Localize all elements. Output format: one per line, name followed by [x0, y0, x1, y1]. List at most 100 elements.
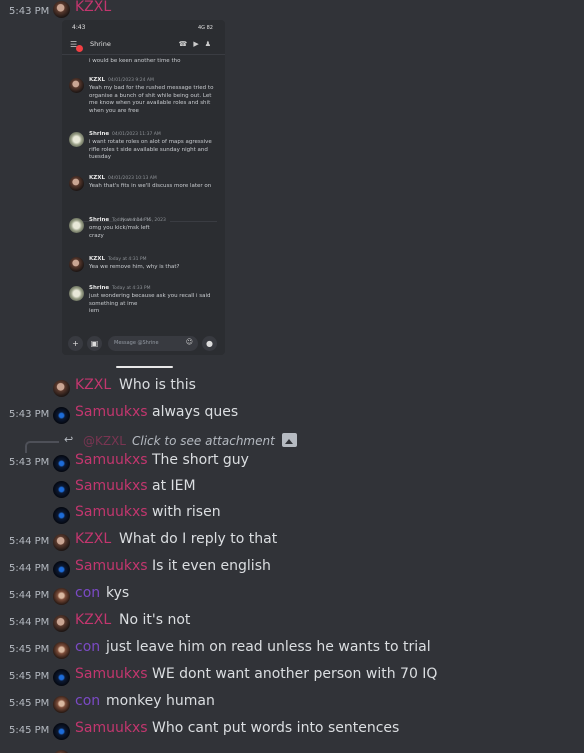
timestamp: 5:44 PM — [9, 590, 50, 601]
phone-avatar — [69, 132, 84, 147]
message-row: KZXL Who is this — [0, 376, 584, 400]
timestamp: 5:45 PM — [9, 725, 50, 736]
phone-date: 04/01/2023 10:13 AM — [108, 176, 157, 181]
author-name[interactable]: con — [75, 639, 100, 655]
message-text: Who is this — [119, 377, 196, 393]
reply-author[interactable]: @KZXL — [83, 434, 126, 448]
author-name[interactable]: con — [75, 693, 100, 709]
phone-author: KZXL — [89, 77, 105, 83]
author-name[interactable]: Samuukxs — [75, 478, 148, 494]
avatar[interactable] — [53, 380, 70, 397]
plus-icon: + — [68, 336, 83, 351]
message-text: at IEM — [152, 478, 196, 494]
timestamp: 5:44 PM — [9, 563, 50, 574]
author-name[interactable]: KZXL — [75, 531, 111, 547]
phone-dm-header: ☰ Shrine ☎▶♟ — [62, 36, 225, 55]
phone-avatar — [69, 218, 84, 233]
message-text: always ques — [152, 404, 239, 420]
phone-avatar — [69, 257, 84, 272]
microphone-icon: ● — [202, 336, 217, 351]
reply-icon: ↩ — [64, 433, 74, 446]
author-name[interactable]: Samuukxs — [75, 666, 148, 682]
avatar[interactable] — [53, 723, 70, 740]
avatar[interactable] — [53, 407, 70, 424]
phone-message-text: just wondering because ask you recall i … — [89, 293, 211, 314]
phone-avatar — [69, 286, 84, 301]
message-row: 5:45 PM Samuukxs Who cant put words into… — [0, 719, 584, 743]
reply-reference[interactable]: ↩ @KZXL Click to see attachment — [0, 430, 584, 453]
author-name[interactable]: KZXL — [75, 612, 111, 628]
phone-message-text: i would be keen another time tho — [89, 58, 181, 64]
message-row: Samuukxs with risen — [0, 503, 584, 527]
message-row: 5:44 PM Samuukxs Is it even english — [0, 557, 584, 581]
message-text: kys — [106, 585, 130, 601]
avatar[interactable] — [53, 669, 70, 686]
phone-author: KZXL — [89, 175, 105, 181]
avatar[interactable] — [53, 588, 70, 605]
phone-time: 4:43 — [72, 24, 86, 31]
timestamp: 5:45 PM — [9, 698, 50, 709]
message-row: 5:43 PM Samuukxs The short guy — [0, 451, 584, 475]
phone-signal-icons: 4G 82 — [197, 25, 213, 31]
message-row: 5:45 PM Samuukxs WE dont want another pe… — [0, 665, 584, 689]
author-name[interactable]: con — [75, 585, 100, 601]
timestamp: 5:43 PM — [9, 409, 50, 420]
author-name[interactable]: Samuukxs — [75, 558, 148, 574]
reply-text[interactable]: Click to see attachment — [132, 434, 275, 448]
phone-input-bar: + ▣ Message @Shrine ☺ ● — [62, 333, 225, 355]
message-row: 5:45 PM con monkey human — [0, 692, 584, 716]
message-text: Who cant put words into sentences — [152, 720, 400, 736]
phone-date: Today at 4:31 PM — [108, 257, 147, 262]
phone-date: Today at 4:14 PM — [112, 218, 151, 223]
phone-message-text: Yea we remove him, why is that? — [89, 264, 180, 270]
phone-status-bar: 4:43 4G 82 — [62, 20, 225, 34]
timestamp: 5:44 PM — [9, 536, 50, 547]
phone-input-placeholder: Message @Shrine — [114, 340, 159, 346]
call-icons: ☎▶♟ — [178, 40, 217, 48]
author-name[interactable]: Samuukxs — [75, 452, 148, 468]
timestamp: 5:45 PM — [9, 671, 50, 682]
message-text: monkey human — [106, 693, 215, 709]
phone-avatar — [69, 176, 84, 191]
image-attachment[interactable]: 4:43 4G 82 ☰ Shrine ☎▶♟ i would be keen … — [62, 20, 225, 355]
notification-badge — [76, 45, 83, 52]
phone-author: KZXL — [89, 256, 105, 262]
phone-message-text: omg you kick/msk left crazy — [89, 225, 150, 239]
avatar[interactable] — [53, 615, 70, 632]
timestamp: 5:43 PM — [9, 6, 50, 17]
timestamp: 5:43 PM — [9, 457, 50, 468]
image-icon — [282, 433, 297, 447]
phone-author: Shrine — [89, 217, 110, 223]
avatar[interactable] — [53, 1, 70, 18]
phone-message-input: Message @Shrine ☺ — [108, 336, 198, 351]
phone-author: Shrine — [89, 131, 110, 137]
avatar[interactable] — [53, 507, 70, 524]
timestamp: 5:44 PM — [9, 617, 50, 628]
avatar[interactable] — [53, 455, 70, 472]
home-indicator — [116, 366, 173, 368]
author-name[interactable]: KZXL — [75, 0, 111, 15]
author-name[interactable]: Samuukxs — [75, 720, 148, 736]
phone-date: 04/01/2023 9:24 AM — [108, 78, 154, 83]
message-row: 5:43 PM Samuukxs always ques — [0, 403, 584, 427]
message-text: What do I reply to that — [119, 531, 278, 547]
phone-date: 04/01/2023 11:37 AM — [112, 132, 161, 137]
author-name[interactable]: Samuukxs — [75, 504, 148, 520]
author-name[interactable]: Samuukxs — [75, 404, 148, 420]
message-text: WE dont want another person with 70 IQ — [152, 666, 438, 682]
phone-message-text: Yeah my bad for the rushed message tried… — [89, 85, 214, 114]
message-text: just leave him on read unless he wants t… — [106, 639, 431, 655]
avatar[interactable] — [53, 561, 70, 578]
avatar[interactable] — [53, 642, 70, 659]
gift-icon: ▣ — [87, 336, 102, 351]
author-name[interactable]: KZXL — [75, 377, 111, 393]
message-text: with risen — [152, 504, 221, 520]
avatar[interactable] — [53, 696, 70, 713]
avatar[interactable] — [53, 481, 70, 498]
emoji-icon: ☺ — [185, 338, 193, 346]
dm-channel-name: Shrine — [90, 40, 111, 48]
timestamp: 5:45 PM — [9, 644, 50, 655]
phone-message-text: Yeah that's fits in we'll discuss more l… — [89, 183, 212, 189]
message-row-partial — [0, 746, 584, 753]
avatar[interactable] — [53, 534, 70, 551]
